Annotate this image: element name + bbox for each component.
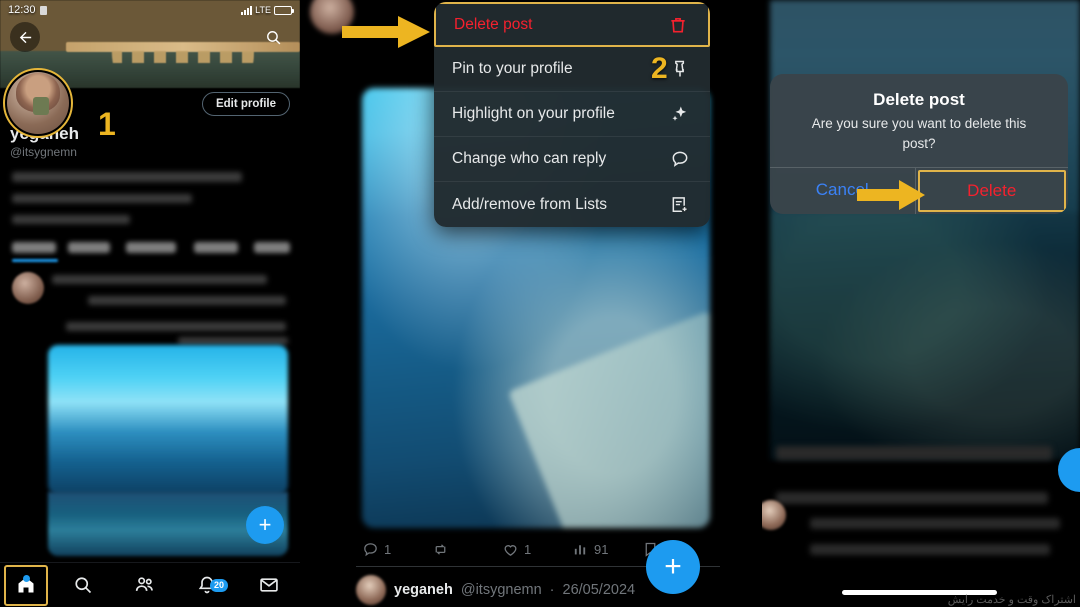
panel-profile: 12:30 LTE Edit profile yeganeh @itsygnem… xyxy=(0,0,300,607)
engagement-row-blurred xyxy=(776,446,1052,460)
avatar-image xyxy=(7,72,69,134)
arrow-to-delete-confirm-button xyxy=(857,180,925,210)
menu-item-label: Pin to your profile xyxy=(452,60,573,77)
author-row-blurred xyxy=(776,492,1048,504)
menu-item-pin-to-profile[interactable]: Pin to your profile xyxy=(434,47,710,92)
watermark-text: اشتراک وقت و خدمت رایش xyxy=(947,594,1076,606)
post-dot-separator: · xyxy=(549,582,555,598)
stat-value: 1 xyxy=(384,541,392,557)
post-text-line-1 xyxy=(88,296,286,305)
profile-bio-line xyxy=(12,172,242,182)
post-author-row: yeganeh @itsygnemn · 26/05/2024 xyxy=(356,575,635,605)
post-text-line-3 xyxy=(178,337,288,345)
envelope-icon xyxy=(260,578,278,592)
views-icon xyxy=(574,544,586,554)
speech-bubble-icon xyxy=(668,147,692,171)
profile-handle: @itsygnemn xyxy=(10,145,77,159)
pin-icon xyxy=(668,57,692,81)
like-icon xyxy=(504,544,517,556)
dialog-title: Delete post xyxy=(873,90,965,109)
profile-tabs[interactable] xyxy=(0,240,300,262)
dialog-message: Are you sure you want to delete this pos… xyxy=(811,116,1027,151)
stat-value: 1 xyxy=(524,541,532,557)
sim-icon xyxy=(39,5,47,15)
panel-context-menu: Delete post Pin to your profile Highligh… xyxy=(300,0,720,607)
delete-button[interactable]: Delete xyxy=(917,170,1066,213)
profile-follow-line xyxy=(12,215,130,224)
people-icon xyxy=(135,577,153,591)
arrow-left-icon xyxy=(19,31,31,43)
post-avatar[interactable] xyxy=(12,272,44,304)
list-add-icon xyxy=(668,193,692,217)
stat-views[interactable]: 91 xyxy=(572,541,642,558)
notifications-badge: 20 xyxy=(209,579,228,592)
reply-icon xyxy=(364,542,377,556)
repost-icon xyxy=(435,543,446,555)
menu-item-change-who-can-reply[interactable]: Change who can reply xyxy=(434,137,710,182)
post-media-top[interactable] xyxy=(48,345,288,495)
tab-articles[interactable] xyxy=(194,242,238,253)
nav-item-search[interactable] xyxy=(52,575,114,595)
tab-posts[interactable] xyxy=(12,242,56,253)
sparkle-icon xyxy=(668,102,692,126)
menu-item-label: Highlight on your profile xyxy=(452,105,615,122)
menu-item-add-remove-lists[interactable]: Add/remove from Lists xyxy=(434,182,710,227)
nav-item-home[interactable] xyxy=(4,564,48,606)
compose-fab-button[interactable]: + xyxy=(646,540,700,594)
status-bar-time: 12:30 xyxy=(8,4,36,16)
stat-reposts[interactable] xyxy=(432,541,502,558)
post-author-avatar[interactable] xyxy=(356,575,386,605)
stat-replies[interactable]: 1 xyxy=(362,541,432,558)
post-context-menu: Delete post Pin to your profile Highligh… xyxy=(434,2,710,227)
trash-icon xyxy=(666,13,690,37)
menu-item-delete-post[interactable]: Delete post xyxy=(434,2,710,47)
battery-icon xyxy=(274,5,294,15)
menu-item-label: Delete post xyxy=(454,15,533,33)
compose-fab-button[interactable]: + xyxy=(246,506,284,544)
profile-meta-line xyxy=(12,194,192,203)
menu-item-highlight-on-profile[interactable]: Highlight on your profile xyxy=(434,92,710,137)
post-author-line xyxy=(52,275,267,284)
search-icon xyxy=(266,30,280,44)
nav-item-notifications[interactable]: 20 xyxy=(176,575,238,595)
stat-value: 91 xyxy=(594,541,609,557)
search-icon xyxy=(75,577,92,594)
step-marker-1: 1 xyxy=(98,106,116,142)
post-author-handle: @itsygnemn xyxy=(460,582,542,598)
tab-highlights[interactable] xyxy=(126,242,176,253)
search-button[interactable] xyxy=(258,22,288,52)
tutorial-screenshot: 12:30 LTE Edit profile yeganeh @itsygnem… xyxy=(0,0,1080,607)
menu-item-label: Add/remove from Lists xyxy=(452,195,608,213)
tab-active-underline xyxy=(12,259,58,262)
avatar[interactable] xyxy=(3,68,73,138)
tab-media[interactable] xyxy=(254,242,290,253)
back-button[interactable] xyxy=(10,22,40,52)
stat-likes[interactable]: 1 xyxy=(502,541,572,558)
post-date: 26/05/2024 xyxy=(562,582,636,598)
post-text-line-2 xyxy=(66,322,286,331)
arrow-to-delete-post-menu-item xyxy=(342,16,430,48)
post-author-name: yeganeh xyxy=(394,582,453,598)
step-marker-2: 2 xyxy=(651,52,668,85)
menu-item-label: Change who can reply xyxy=(452,150,607,167)
edit-profile-button[interactable]: Edit profile xyxy=(201,92,290,116)
nav-item-messages[interactable] xyxy=(238,575,300,595)
post-text-blurred-2 xyxy=(810,544,1050,555)
signal-icon xyxy=(241,5,253,15)
status-bar-network: LTE xyxy=(255,5,271,15)
status-bar: 12:30 LTE xyxy=(0,0,300,20)
tab-replies[interactable] xyxy=(68,242,110,253)
bottom-navigation-bar: 20 xyxy=(0,562,300,607)
nav-item-communities[interactable] xyxy=(114,575,176,595)
panel-delete-confirmation: Delete post Are you sure you want to del… xyxy=(762,0,1080,607)
home-unread-dot xyxy=(23,574,30,582)
post-text-blurred-1 xyxy=(810,518,1060,529)
